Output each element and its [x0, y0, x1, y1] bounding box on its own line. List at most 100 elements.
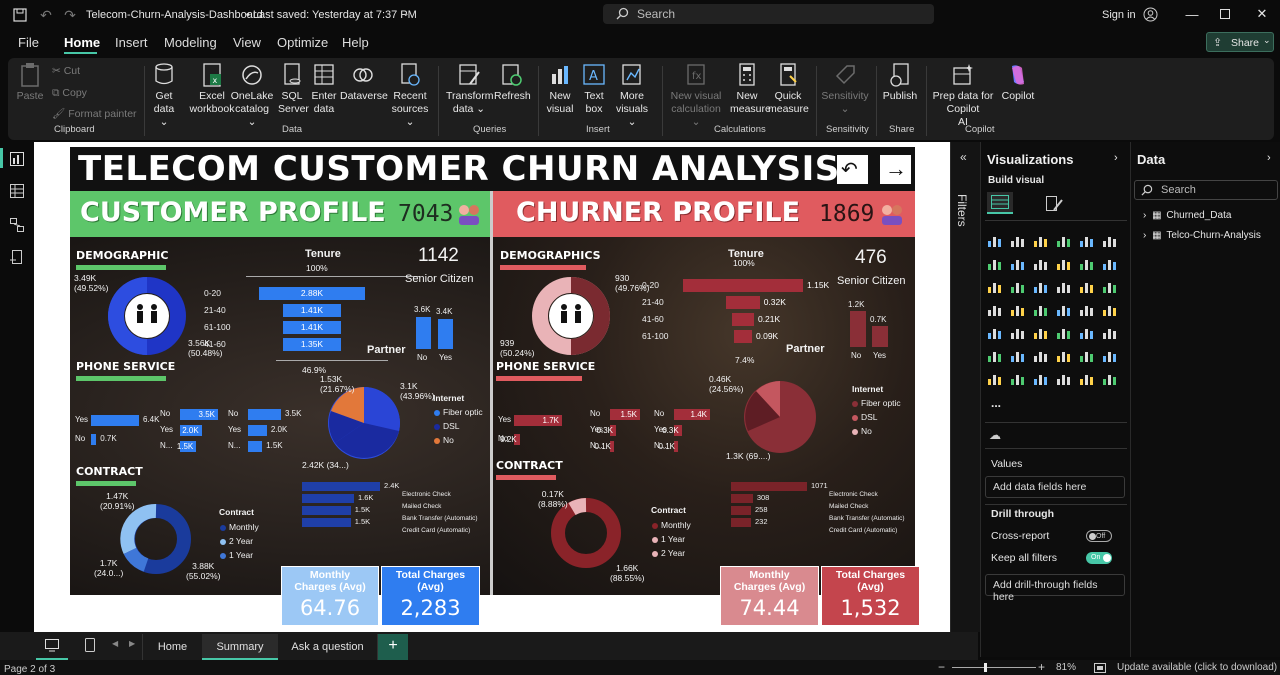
power-apps-icon[interactable] — [1010, 372, 1026, 386]
table-item-telco-churn-analysis[interactable]: › ▦ Telco-Churn-Analysis — [1143, 230, 1261, 241]
zoom-slider[interactable] — [952, 663, 1036, 672]
slicer-icon[interactable] — [1033, 326, 1049, 340]
r-visual-icon[interactable] — [1102, 326, 1118, 340]
share-button[interactable]: ⇪ Share ⌄ — [1206, 32, 1274, 52]
chevron-left-icon[interactable]: « — [960, 150, 967, 164]
recent-sources-button[interactable]: Recent sources ⌄ — [390, 62, 430, 129]
filled-map-icon[interactable] — [1010, 303, 1026, 317]
menu-optimize[interactable]: Optimize — [277, 35, 328, 50]
search-box[interactable]: Search — [603, 4, 934, 24]
undo-icon[interactable]: ↶ — [38, 7, 54, 23]
line-clustered-combo-icon[interactable] — [987, 280, 1003, 294]
cross-report-toggle[interactable]: Off — [1086, 530, 1112, 542]
power-automate-icon[interactable] — [1033, 372, 1049, 386]
menu-view[interactable]: View — [233, 35, 261, 50]
minimize-icon[interactable]: — — [1184, 6, 1200, 22]
zoom-slider-thumb[interactable] — [984, 663, 987, 672]
menu-insert[interactable]: Insert — [115, 35, 148, 50]
sql-server-button[interactable]: SQL Server — [278, 62, 309, 116]
enter-data-button[interactable]: Enter data — [310, 62, 338, 116]
text-box-button[interactable]: A Text box — [580, 62, 608, 116]
dax-query-view-icon[interactable] — [8, 248, 26, 266]
qa-visual-icon[interactable] — [1056, 349, 1072, 363]
menu-home[interactable]: Home — [64, 35, 100, 50]
menu-modeling[interactable]: Modeling — [164, 35, 217, 50]
update-available-link[interactable]: Update available (click to download) — [1117, 662, 1277, 673]
matrix-icon[interactable] — [1079, 326, 1095, 340]
scatter-chart-icon[interactable] — [1033, 280, 1049, 294]
menu-help[interactable]: Help — [342, 35, 369, 50]
prev-page-icon[interactable]: ◀ — [112, 639, 118, 648]
values-drop-zone[interactable]: Add data fields here — [985, 476, 1125, 498]
publish-button[interactable]: Publish — [882, 62, 918, 103]
clustered-bar-chart-icon[interactable] — [1033, 234, 1049, 248]
close-icon[interactable]: ✕ — [1254, 6, 1270, 22]
chevron-down-icon[interactable]: ⌄ — [402, 8, 410, 19]
next-page-icon[interactable]: ▶ — [129, 639, 135, 648]
format-painter-button[interactable]: 🖌 Format painter — [52, 108, 137, 121]
account-icon[interactable] — [1142, 6, 1158, 22]
next-button[interactable]: → — [880, 155, 911, 184]
100pct-bar-chart-icon[interactable] — [1079, 234, 1095, 248]
format-visual-icon[interactable] — [1043, 194, 1065, 214]
donut-chart-icon[interactable] — [1079, 280, 1095, 294]
line-stacked-combo-icon[interactable] — [1010, 280, 1026, 294]
cut-button[interactable]: ✂ Cut — [52, 65, 80, 78]
area-chart-icon[interactable] — [1010, 257, 1026, 271]
cloud-icon[interactable]: ☁ — [989, 428, 1001, 442]
kpi-icon[interactable] — [1010, 326, 1026, 340]
transform-data-button[interactable]: Transform data ⌄ — [446, 62, 493, 116]
azure-map-icon[interactable] — [1056, 303, 1072, 317]
more-visuals-ellipsis[interactable]: ... — [991, 396, 1001, 410]
zoom-in-button[interactable]: + — [1038, 660, 1045, 674]
save-icon[interactable] — [12, 7, 28, 23]
add-page-button[interactable]: + — [378, 634, 408, 660]
gauge-icon[interactable] — [1079, 303, 1095, 317]
dataverse-button[interactable]: Dataverse — [340, 62, 388, 103]
pie-chart-icon[interactable] — [1056, 280, 1072, 294]
prep-data-copilot-button[interactable]: Prep data for Copilot AI — [930, 62, 996, 129]
back-button[interactable]: ↶ — [837, 155, 868, 184]
mobile-layout-icon[interactable] — [84, 638, 96, 652]
100pct-column-chart-icon[interactable] — [1102, 234, 1118, 248]
table-view-icon[interactable] — [8, 182, 26, 200]
data-search-input[interactable]: Search — [1134, 180, 1278, 200]
multi-row-card-icon[interactable] — [987, 326, 1003, 340]
filters-pane-collapsed[interactable]: « Filters — [950, 142, 980, 632]
fit-to-page-icon[interactable] — [1094, 662, 1106, 673]
keep-filters-toggle[interactable]: On — [1086, 552, 1112, 564]
refresh-button[interactable]: Refresh — [494, 62, 531, 103]
zoom-out-button[interactable]: − — [938, 660, 945, 674]
new-visual-button[interactable]: New visual — [544, 62, 576, 116]
narrative-icon[interactable] — [1056, 372, 1072, 386]
model-view-icon[interactable] — [8, 216, 26, 234]
table-icon[interactable] — [1056, 326, 1072, 340]
build-visual-tab[interactable] — [987, 192, 1013, 214]
drill-through-drop-zone[interactable]: Add drill-through fields here — [985, 574, 1125, 603]
new-measure-button[interactable]: New measure — [730, 62, 771, 116]
chevron-right-icon[interactable]: › — [1114, 152, 1118, 164]
page-tab-home[interactable]: Home — [142, 634, 202, 660]
key-influencers-icon[interactable] — [1010, 349, 1026, 363]
arrow-visual-icon[interactable] — [1102, 372, 1118, 386]
paste-button[interactable]: Paste — [14, 62, 46, 103]
sensitivity-button[interactable]: Sensitivity ⌄ — [820, 62, 870, 116]
shape-map-icon[interactable] — [1033, 303, 1049, 317]
redo-icon[interactable]: ↷ — [62, 7, 78, 23]
clustered-column-chart-icon[interactable] — [1056, 234, 1072, 248]
report-view-icon[interactable] — [8, 150, 26, 168]
diamond-visual-icon[interactable] — [1079, 372, 1095, 386]
new-visual-calculation-button[interactable]: fx New visual calculation ⌄ — [668, 62, 724, 129]
table-item-churned-data[interactable]: › ▦ Churned_Data — [1143, 210, 1231, 221]
metrics-icon[interactable] — [1102, 349, 1118, 363]
menu-file[interactable]: File — [18, 35, 39, 50]
python-visual-icon[interactable] — [987, 349, 1003, 363]
paginated-report-icon[interactable] — [987, 372, 1003, 386]
line-chart-icon[interactable] — [987, 257, 1003, 271]
get-data-button[interactable]: Get data ⌄ — [148, 62, 180, 129]
funnel-chart-icon[interactable] — [1102, 257, 1118, 271]
map-visual-icon[interactable] — [987, 303, 1003, 317]
ribbon-chart-icon[interactable] — [1056, 257, 1072, 271]
page-tab-summary[interactable]: Summary — [202, 634, 278, 660]
onelake-catalog-button[interactable]: OneLake catalog ⌄ — [230, 62, 274, 129]
